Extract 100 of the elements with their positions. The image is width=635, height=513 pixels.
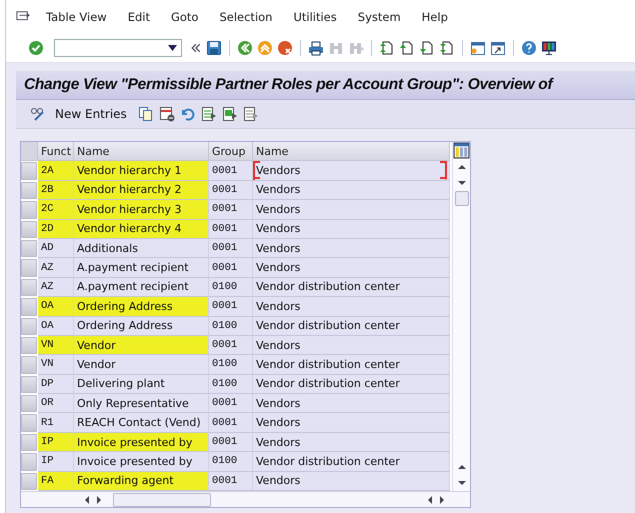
command-field[interactable] xyxy=(54,39,182,57)
table-cell: Vendor distribution center xyxy=(253,355,450,375)
select-all-icon[interactable] xyxy=(200,106,217,122)
table-cell: 0001 xyxy=(209,432,253,452)
table-cell: Invoice presented by xyxy=(74,432,209,452)
table-cell: Only Representative xyxy=(74,394,209,414)
table-cell: Vendor distribution center xyxy=(253,452,450,472)
select-block-icon[interactable] xyxy=(222,106,238,122)
new-entries-button[interactable]: New Entries xyxy=(51,107,131,121)
menu-item[interactable]: Goto xyxy=(170,10,198,24)
menu-item[interactable]: Table View xyxy=(46,10,107,24)
corner-cell xyxy=(21,142,38,162)
table-cell: Vendor hierarchy 3 xyxy=(74,200,209,220)
column-header[interactable]: Funct xyxy=(38,142,74,162)
cancel-icon[interactable] xyxy=(277,40,293,56)
first-page-icon[interactable] xyxy=(379,40,395,56)
table-cell: 0100 xyxy=(209,278,253,298)
table-cell: AZ xyxy=(38,278,74,298)
table-cell: Vendors xyxy=(253,238,450,258)
dropdown-icon[interactable] xyxy=(168,45,177,51)
column-header[interactable]: Name xyxy=(74,142,209,162)
scroll-down-icon[interactable] xyxy=(458,479,466,488)
vertical-scrollbar[interactable] xyxy=(452,142,470,492)
scroll-right-icon[interactable] xyxy=(438,496,446,504)
table-cell: 0001 xyxy=(209,161,253,181)
new-window-icon[interactable] xyxy=(470,40,486,56)
table-cell: Vendors xyxy=(253,413,450,433)
table-cell: R1 xyxy=(38,413,74,433)
table-cell: Vendor hierarchy 4 xyxy=(74,220,209,239)
horizontal-scrollbar[interactable] xyxy=(21,491,470,508)
table-cell: 0001 xyxy=(209,200,253,220)
table-cell: 0001 xyxy=(209,413,253,433)
table-cell: Vendors xyxy=(253,394,450,414)
table-cell: 0001 xyxy=(209,220,253,239)
table-cell: 0001 xyxy=(209,297,253,317)
delete-row-icon[interactable] xyxy=(158,106,175,122)
save-icon[interactable] xyxy=(206,40,222,56)
menu-item[interactable]: Help xyxy=(422,10,448,24)
column-header[interactable]: Group xyxy=(209,142,253,162)
table-cell: 0001 xyxy=(209,336,253,356)
double-chevron-icon[interactable] xyxy=(190,42,202,54)
glasses-pencil-icon[interactable] xyxy=(30,106,46,122)
table-cell: Vendors xyxy=(253,180,450,200)
column-settings-icon[interactable] xyxy=(453,142,470,159)
table-cell: 0001 xyxy=(209,258,253,278)
scroll-down-icon[interactable] xyxy=(458,179,466,187)
scroll-right-icon[interactable] xyxy=(95,496,103,504)
table-cell: FA xyxy=(38,472,74,492)
table-cell: Vendor hierarchy 1 xyxy=(74,161,209,181)
next-page-icon[interactable] xyxy=(419,40,435,56)
back-icon[interactable] xyxy=(237,40,253,56)
table-cell: 0100 xyxy=(209,355,253,375)
menu-item[interactable]: Utilities xyxy=(293,10,337,24)
table-cell: OR xyxy=(38,394,74,414)
table-cell: OA xyxy=(38,316,74,336)
scroll-up-icon[interactable] xyxy=(458,463,466,472)
table-cell: 0100 xyxy=(209,374,253,394)
scroll-left-icon[interactable] xyxy=(83,496,91,504)
shortcut-icon[interactable] xyxy=(490,40,506,56)
table-cell: Vendor xyxy=(74,336,209,356)
table-cell: Vendors xyxy=(253,258,450,278)
table-cell: Vendor hierarchy 2 xyxy=(74,180,209,200)
scrollbar-thumb[interactable] xyxy=(113,492,211,507)
previous-page-icon[interactable] xyxy=(399,40,415,56)
table-cell: Vendors xyxy=(253,200,450,220)
menu-item[interactable]: Selection xyxy=(219,10,272,24)
table-cell: Vendors xyxy=(253,336,450,356)
print-icon[interactable] xyxy=(308,40,324,56)
table-cell: Ordering Address xyxy=(74,316,209,336)
column-header[interactable]: Name xyxy=(253,142,450,162)
deselect-all-icon[interactable] xyxy=(242,106,259,122)
table-cell: VN xyxy=(38,355,74,375)
exit-icon[interactable] xyxy=(257,40,273,56)
table-cell: 0001 xyxy=(209,472,253,492)
menu-item[interactable]: System xyxy=(358,10,401,24)
table-cell: A.payment recipient xyxy=(74,258,209,278)
table-cell: Vendors xyxy=(253,432,450,452)
table-cell: Vendors xyxy=(253,297,450,317)
scroll-left-icon[interactable] xyxy=(426,496,434,504)
scrollbar-thumb[interactable] xyxy=(454,191,468,206)
last-page-icon[interactable] xyxy=(439,40,455,56)
table-cell: DP xyxy=(38,374,74,394)
table-cell: 2D xyxy=(38,220,74,239)
table-cell: Additionals xyxy=(74,238,209,258)
check-icon[interactable] xyxy=(28,40,44,56)
table-cell: AZ xyxy=(38,258,74,278)
monitor-icon[interactable] xyxy=(541,40,557,56)
table-cell: OA xyxy=(38,297,74,317)
table-cell: 0001 xyxy=(209,180,253,200)
table-cell: Ordering Address xyxy=(74,297,209,317)
table-cell: REACH Contact (Vend) xyxy=(74,413,209,433)
table-cell: A.payment recipient xyxy=(74,278,209,298)
copy-icon[interactable] xyxy=(138,106,154,122)
table-cell: Vendors xyxy=(253,220,450,239)
menu-item[interactable]: Edit xyxy=(128,10,150,24)
undo-icon[interactable] xyxy=(180,106,196,122)
table-cell: 0100 xyxy=(209,452,253,472)
help-icon[interactable] xyxy=(521,40,537,56)
table-cell: Vendors xyxy=(253,161,450,181)
scroll-up-icon[interactable] xyxy=(458,163,466,171)
